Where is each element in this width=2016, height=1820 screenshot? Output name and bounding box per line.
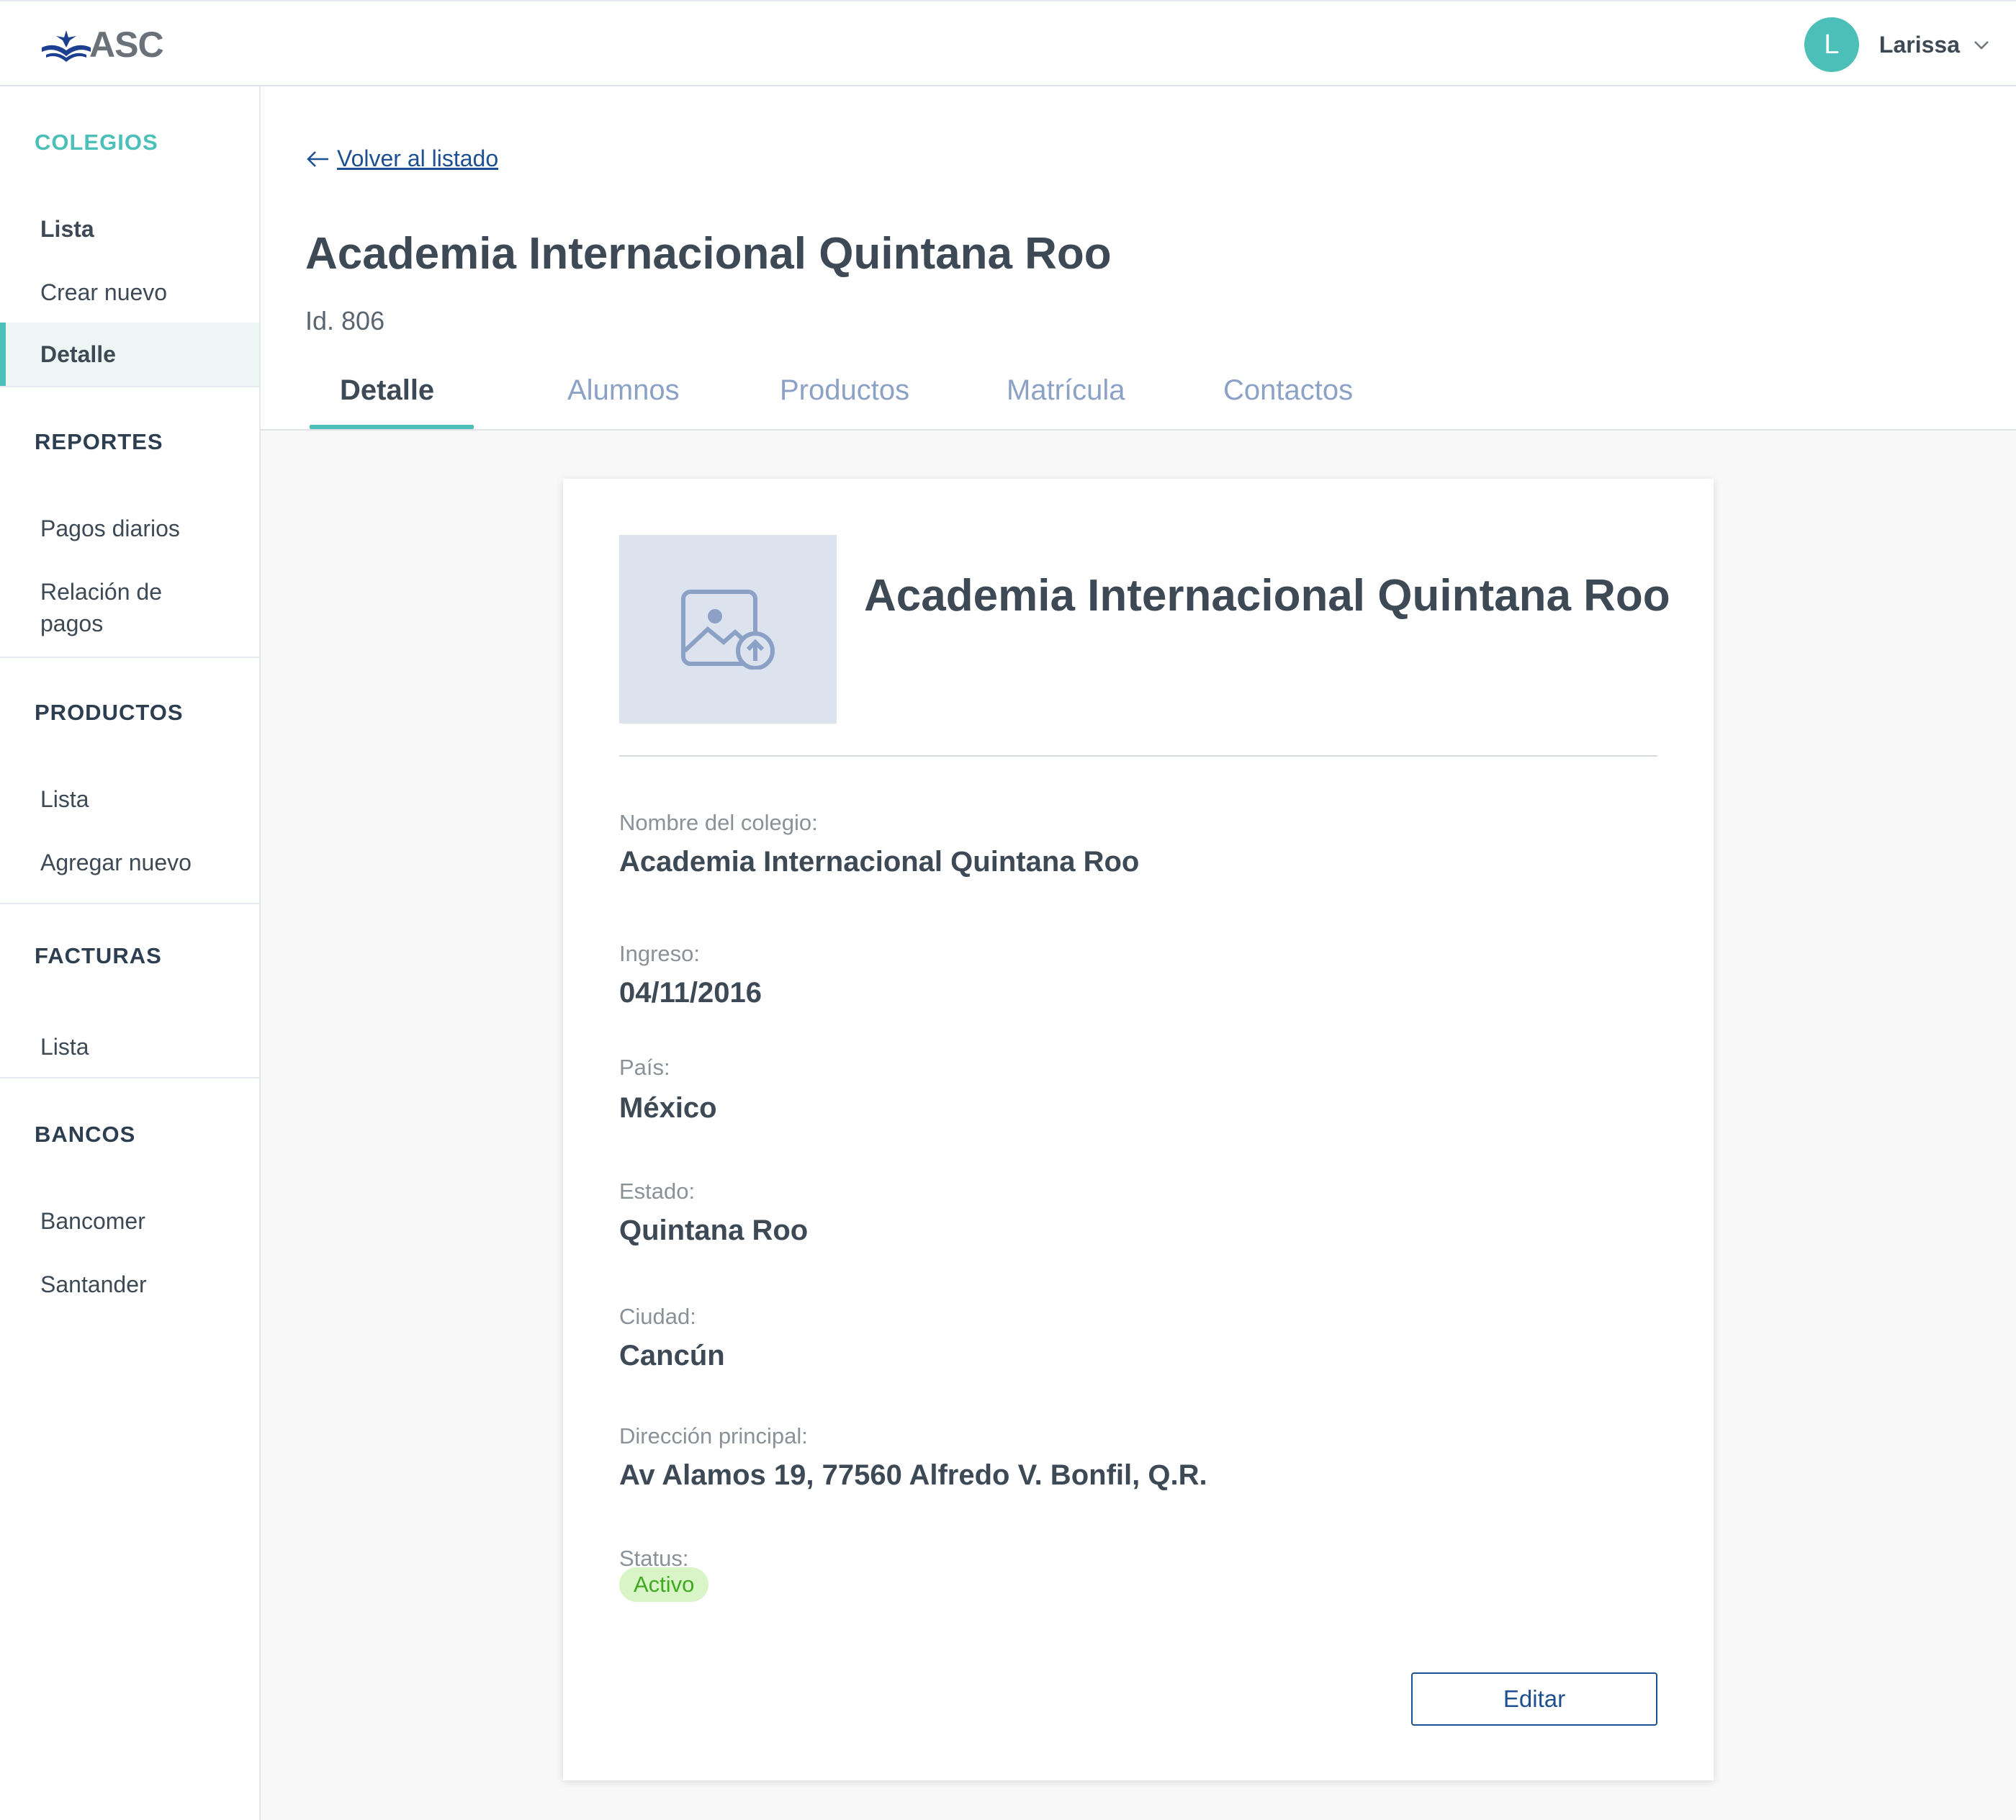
field-label-direccion: Dirección principal: <box>619 1423 808 1449</box>
back-link-label: Volver al listado <box>337 145 499 171</box>
app-logo[interactable]: ASC <box>40 23 164 66</box>
sidebar-item-relacion-de-pagos[interactable]: Relación de pagos <box>0 576 216 639</box>
user-menu[interactable]: L Larissa <box>1804 17 1992 72</box>
sidebar-divider <box>0 657 259 658</box>
sidebar-item-productos-lista[interactable]: Lista <box>0 783 259 815</box>
edit-button[interactable]: Editar <box>1411 1672 1657 1726</box>
main-content: Volver al listado Academia Internacional… <box>261 86 2016 1820</box>
school-detail-card: Academia Internacional Quintana Roo Nomb… <box>563 479 1714 1780</box>
sidebar: COLEGIOS Lista Crear nuevo Detalle REPOR… <box>0 86 261 1820</box>
field-value-pais: México <box>619 1092 717 1124</box>
field-value-direccion: Av Alamos 19, 77560 Alfredo V. Bonfil, Q… <box>619 1459 1207 1491</box>
sidebar-divider <box>0 903 259 904</box>
user-name: Larissa <box>1878 31 1960 58</box>
sidebar-item-crear-nuevo[interactable]: Crear nuevo <box>0 276 259 308</box>
sidebar-section-bancos[interactable]: BANCOS <box>35 1122 135 1148</box>
field-label-ciudad: Ciudad: <box>619 1304 696 1329</box>
field-value-estado: Quintana Roo <box>619 1215 809 1246</box>
sidebar-divider <box>0 386 259 387</box>
field-label-nombre: Nombre del colegio: <box>619 810 818 835</box>
image-upload-icon <box>681 590 775 670</box>
field-value-nombre: Academia Internacional Quintana Roo <box>619 846 1140 878</box>
page-title: Academia Internacional Quintana Roo <box>305 229 1112 279</box>
book-logo-icon <box>42 30 91 62</box>
field-label-ingreso: Ingreso: <box>619 941 701 966</box>
tab-contactos[interactable]: Contactos <box>1223 374 1353 407</box>
card-divider <box>619 755 1657 757</box>
back-link[interactable]: Volver al listado <box>304 145 498 172</box>
sidebar-item-santander[interactable]: Santander <box>0 1269 259 1300</box>
image-upload-placeholder[interactable] <box>619 535 837 724</box>
field-label-estado: Estado: <box>619 1179 696 1204</box>
active-tab-indicator <box>310 425 474 429</box>
field-value-ingreso: 04/11/2016 <box>619 977 762 1009</box>
card-title: Academia Internacional Quintana Roo <box>864 571 1670 621</box>
sidebar-item-agregar-nuevo[interactable]: Agregar nuevo <box>0 847 259 878</box>
sidebar-divider <box>0 1077 259 1078</box>
avatar: L <box>1804 17 1859 72</box>
chevron-down-icon <box>1974 41 1989 50</box>
sidebar-section-reportes[interactable]: REPORTES <box>35 429 163 455</box>
top-bar: ASC L Larissa <box>0 0 2016 86</box>
status-badge: Activo <box>619 1567 709 1602</box>
field-label-pais: País: <box>619 1055 670 1080</box>
tab-productos[interactable]: Productos <box>780 374 909 407</box>
sidebar-section-colegios[interactable]: COLEGIOS <box>35 130 158 156</box>
tab-alumnos[interactable]: Alumnos <box>567 374 680 407</box>
sidebar-section-productos[interactable]: PRODUCTOS <box>35 700 184 726</box>
tab-matricula[interactable]: Matrícula <box>1007 374 1125 407</box>
sidebar-item-facturas-lista[interactable]: Lista <box>0 1031 259 1063</box>
logo-text: ASC <box>89 24 164 65</box>
sidebar-item-pagos-diarios[interactable]: Pagos diarios <box>0 513 259 544</box>
page-header: Volver al listado Academia Internacional… <box>261 86 2016 431</box>
sidebar-section-facturas[interactable]: FACTURAS <box>35 943 162 969</box>
field-value-ciudad: Cancún <box>619 1340 725 1371</box>
sidebar-item-colegios-lista[interactable]: Lista <box>0 213 259 245</box>
page-id: Id. 806 <box>305 306 385 335</box>
sidebar-item-detalle[interactable]: Detalle <box>0 323 259 386</box>
tab-detalle[interactable]: Detalle <box>340 374 434 407</box>
arrow-left-icon <box>307 150 328 167</box>
sidebar-item-bancomer[interactable]: Bancomer <box>0 1205 259 1237</box>
